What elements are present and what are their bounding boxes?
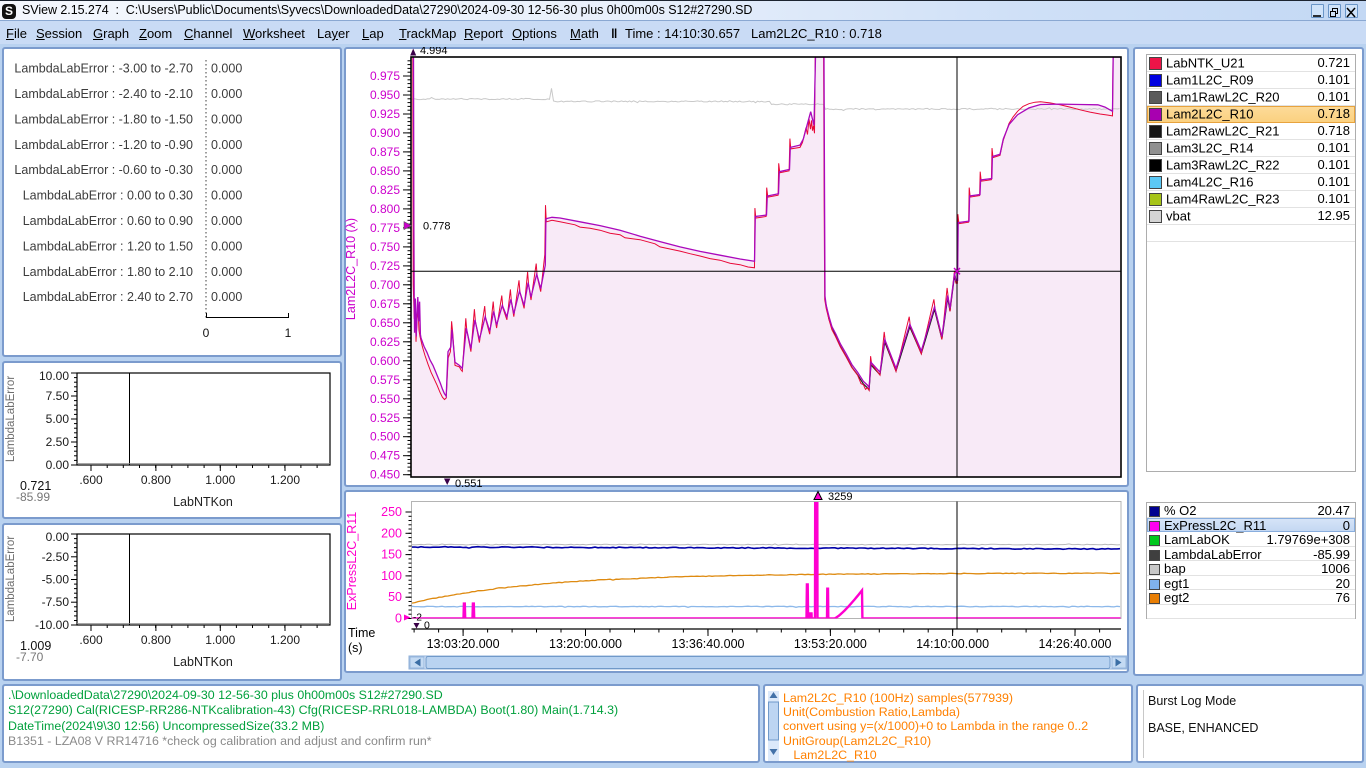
svg-text:5.00: 5.00 (46, 412, 70, 426)
svg-text:0.000: 0.000 (211, 189, 242, 203)
svg-text:0.00: 0.00 (46, 458, 70, 472)
svg-text:1.000: 1.000 (205, 473, 235, 487)
svg-text:-85.99: -85.99 (16, 490, 50, 504)
svg-text:-10.00: -10.00 (35, 618, 69, 632)
svg-text:LambdaLabError : -3.00 to -2.7: LambdaLabError : -3.00 to -2.70 (14, 62, 193, 76)
svg-text:10.00: 10.00 (39, 369, 69, 383)
svg-text:0: 0 (203, 326, 210, 340)
svg-text:0: 0 (395, 612, 402, 626)
svg-text:0.775: 0.775 (370, 221, 400, 235)
svg-text:0.450: 0.450 (370, 468, 400, 482)
svg-text:1.200: 1.200 (270, 473, 300, 487)
svg-text:LabNTKon: LabNTKon (173, 655, 233, 669)
svg-text:13:36:40.000: 13:36:40.000 (672, 637, 745, 651)
svg-text:0.778: 0.778 (423, 221, 451, 233)
svg-text:0.950: 0.950 (370, 88, 400, 102)
svg-text:LambdaLabError : 0.60 to 0.90: LambdaLabError : 0.60 to 0.90 (23, 214, 193, 228)
svg-text:0.575: 0.575 (370, 373, 400, 387)
svg-text:LambdaLabError : 0.00 to 0.30: LambdaLabError : 0.00 to 0.30 (23, 189, 193, 203)
svg-text:7.50: 7.50 (46, 389, 70, 403)
svg-text:13:53:20.000: 13:53:20.000 (794, 637, 867, 651)
svg-text:0: 0 (424, 620, 430, 632)
svg-text:250: 250 (381, 505, 402, 519)
svg-text:0.500: 0.500 (370, 430, 400, 444)
svg-text:0.551: 0.551 (455, 478, 483, 487)
svg-text:1.200: 1.200 (270, 633, 300, 647)
svg-text:0.000: 0.000 (211, 214, 242, 228)
svg-text:14:26:40.000: 14:26:40.000 (1039, 637, 1112, 651)
svg-text:0.650: 0.650 (370, 316, 400, 330)
svg-text:0.925: 0.925 (370, 107, 400, 121)
svg-text:4.994: 4.994 (420, 47, 448, 57)
svg-text:ExPressL2C_R11: ExPressL2C_R11 (345, 512, 359, 610)
svg-text:-5.00: -5.00 (42, 573, 70, 587)
svg-text:0.675: 0.675 (370, 297, 400, 311)
svg-text:0.875: 0.875 (370, 145, 400, 159)
svg-text:.600: .600 (79, 473, 103, 487)
svg-text:.600: .600 (79, 633, 103, 647)
svg-text:-2.50: -2.50 (42, 550, 70, 564)
svg-text:1: 1 (285, 326, 292, 340)
svg-text:0.000: 0.000 (211, 163, 242, 177)
svg-text:LambdaLabError : 1.20 to 1.50: LambdaLabError : 1.20 to 1.50 (23, 239, 193, 253)
svg-text:0.550: 0.550 (370, 392, 400, 406)
svg-text:0.625: 0.625 (370, 335, 400, 349)
svg-text:150: 150 (381, 548, 402, 562)
svg-text:0.525: 0.525 (370, 411, 400, 425)
svg-text:13:20:00.000: 13:20:00.000 (549, 637, 622, 651)
svg-text:13:03:20.000: 13:03:20.000 (427, 637, 500, 651)
svg-text:0.700: 0.700 (370, 278, 400, 292)
svg-text:0.850: 0.850 (370, 164, 400, 178)
svg-text:1.000: 1.000 (205, 633, 235, 647)
svg-text:3259: 3259 (828, 491, 852, 503)
svg-text:0.800: 0.800 (370, 202, 400, 216)
svg-text:LambdaLabError : 1.80 to 2.10: LambdaLabError : 1.80 to 2.10 (23, 265, 193, 279)
svg-text:Time: Time (348, 626, 375, 640)
svg-text:LambdaLabError : -1.20 to -0.9: LambdaLabError : -1.20 to -0.90 (14, 138, 193, 152)
svg-text:LambdaLabError : 2.40 to 2.70: LambdaLabError : 2.40 to 2.70 (23, 290, 193, 304)
svg-text:(s): (s) (348, 641, 363, 655)
svg-text:2.50: 2.50 (46, 435, 70, 449)
svg-text:0.000: 0.000 (211, 239, 242, 253)
svg-text:50: 50 (388, 590, 402, 604)
svg-text:LambdaLabError: LambdaLabError (5, 536, 17, 622)
svg-text:-2: -2 (413, 613, 422, 624)
svg-text:0.900: 0.900 (370, 126, 400, 140)
svg-text:200: 200 (381, 526, 402, 540)
svg-text:0.000: 0.000 (211, 138, 242, 152)
svg-text:100: 100 (381, 569, 402, 583)
svg-text:0.000: 0.000 (211, 62, 242, 76)
svg-text:LambdaLabError : -2.40 to -2.1: LambdaLabError : -2.40 to -2.10 (14, 87, 193, 101)
svg-text:0.800: 0.800 (141, 633, 171, 647)
svg-text:0.800: 0.800 (141, 473, 171, 487)
svg-text:0.975: 0.975 (370, 69, 400, 83)
svg-text:-7.70: -7.70 (16, 650, 44, 664)
svg-text:0.750: 0.750 (370, 240, 400, 254)
svg-text:0.725: 0.725 (370, 259, 400, 273)
svg-text:-7.50: -7.50 (42, 595, 70, 609)
svg-text:0.000: 0.000 (211, 265, 242, 279)
svg-text:LambdaLabError : -0.60 to -0.3: LambdaLabError : -0.60 to -0.30 (14, 163, 193, 177)
svg-text:LambdaLabError: LambdaLabError (5, 376, 17, 462)
svg-text:0.000: 0.000 (211, 87, 242, 101)
svg-text:LambdaLabError : -1.80 to -1.5: LambdaLabError : -1.80 to -1.50 (14, 112, 193, 126)
svg-text:0.00: 0.00 (46, 530, 70, 544)
svg-text:0.000: 0.000 (211, 112, 242, 126)
svg-text:0.475: 0.475 (370, 449, 400, 463)
svg-text:LabNTKon: LabNTKon (173, 495, 233, 509)
svg-text:0.600: 0.600 (370, 354, 400, 368)
svg-text:Lam2L2C_R10 (λ): Lam2L2C_R10 (λ) (344, 218, 358, 320)
svg-text:14:10:00.000: 14:10:00.000 (916, 637, 989, 651)
svg-text:0.825: 0.825 (370, 183, 400, 197)
svg-text:0.000: 0.000 (211, 290, 242, 304)
